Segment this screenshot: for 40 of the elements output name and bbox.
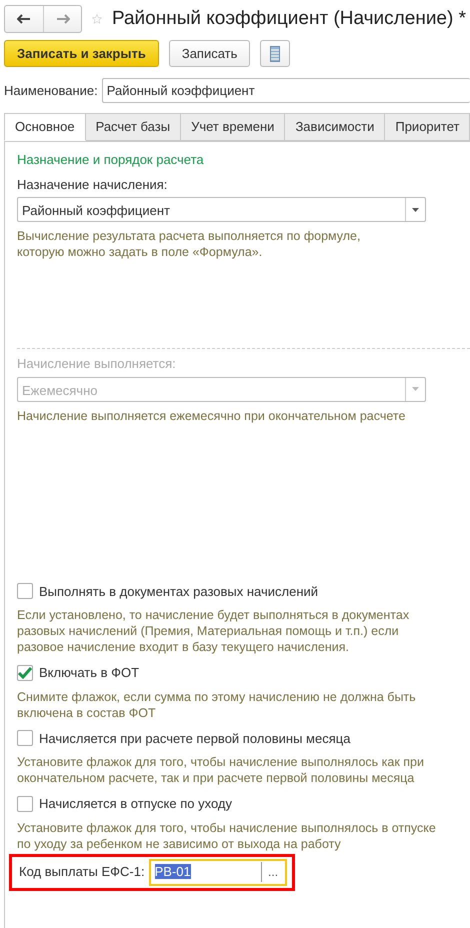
checkbox-label: Выполнять в документах разовых начислений	[39, 582, 318, 601]
tab[interactable]: Зависимости	[285, 113, 386, 141]
dropdown-field[interactable]: Районный коэффициент	[17, 197, 426, 222]
tab[interactable]: Приоритет	[385, 113, 470, 141]
back-arrow-icon	[17, 14, 31, 24]
select-button[interactable]: ...	[260, 862, 285, 882]
checkbox-label: Начисляется в отпуске по уходу	[39, 795, 232, 813]
field-label: Начисление выполняется:	[17, 355, 177, 373]
hint-text: Начисление выполняется ежемесячно при окончательном расчете	[17, 408, 406, 424]
field-label: Код выплаты ЕФС-1:	[19, 863, 145, 882]
code-field[interactable]: РВ-01 ...	[148, 858, 287, 886]
checkbox[interactable]	[17, 664, 33, 681]
name-field[interactable]: Районный коэффициент	[102, 78, 470, 103]
tab[interactable]: Расчет базы	[86, 113, 182, 141]
hint-text: Установите флажок для того, чтобы начисление выполнялось в отпуске по уходу за ребенком не зависимо от выхода на работу	[17, 820, 437, 852]
checkbox[interactable]	[17, 730, 33, 746]
hint-text: Снимите флажок, если сумма по этому начислению не должна быть включена в состав ФОТ	[17, 688, 417, 720]
list-button[interactable]	[260, 40, 290, 67]
dropdown-field: Ежемесячно	[17, 376, 426, 402]
window-title: Районный коэффициент (Начисление) *	[112, 6, 466, 31]
field-label: Назначение начисления:	[17, 176, 168, 194]
code-value: РВ-01	[154, 864, 191, 880]
tab[interactable]: Основное	[4, 113, 86, 141]
caret-icon	[412, 208, 419, 212]
field-label: Наименование:	[4, 82, 98, 100]
checkbox-label: Начисляется при расчете первой половины месяца	[39, 730, 350, 748]
save-button[interactable]: Записать	[168, 40, 250, 67]
hint-text: Установите флажок для того, чтобы начисление выполнялось как при окончательном расчете, так и при расчете первой половины месяца	[17, 754, 425, 786]
forward-arrow-icon	[56, 14, 70, 24]
hint-text: Вычисление результата расчета выполняется по формуле, которую можно задать в поле «Формула».	[17, 228, 362, 260]
checkbox-label: Включать в ФОТ	[39, 664, 140, 682]
caret-icon	[412, 387, 419, 391]
save-and-close-button[interactable]: Записать и закрыть	[4, 40, 159, 67]
checkbox[interactable]	[17, 583, 33, 600]
check-icon	[18, 666, 32, 679]
section-title: Назначение и порядок расчета	[17, 151, 205, 169]
hint-text: Если установлено, то начисление будет выполняться в документах разовых начислений (Премия, Материальная помощь и т.п.) если разовое начисление входит в базу текущего начисления.	[17, 607, 410, 655]
list-icon	[270, 46, 280, 62]
tab[interactable]: Учет времени	[181, 113, 286, 141]
checkbox[interactable]	[17, 796, 33, 812]
